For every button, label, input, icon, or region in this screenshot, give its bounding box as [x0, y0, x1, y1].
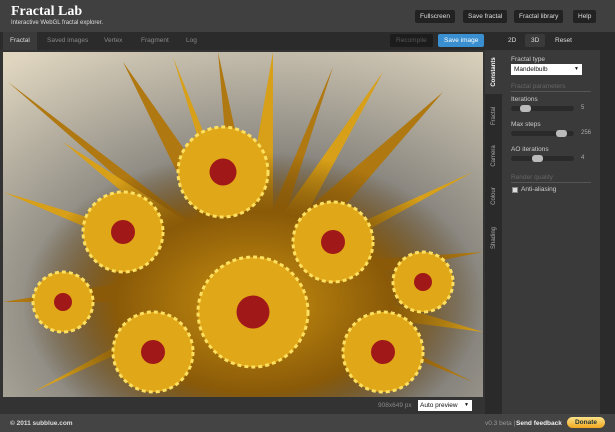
iterations-label: Iterations: [511, 96, 538, 103]
side-tab-colour[interactable]: Colour: [485, 174, 502, 218]
fractal-bulb-core: [321, 230, 345, 254]
side-tab-label: Fractal: [490, 106, 497, 126]
chevron-down-icon: ▼: [574, 66, 579, 72]
side-tab-label: Shading: [490, 226, 497, 250]
side-tab-camera[interactable]: Camera: [485, 134, 502, 178]
canvas-size: 908x649 px: [378, 402, 412, 409]
scrollbar[interactable]: [600, 32, 615, 414]
fractal-canvas[interactable]: [3, 52, 483, 397]
side-tab-constants[interactable]: Constants: [485, 50, 502, 94]
reset-button[interactable]: Reset: [549, 34, 578, 47]
fractal-bulb-core: [209, 158, 237, 186]
send-feedback-link[interactable]: Send feedback: [516, 420, 562, 427]
footer: © 2011 subblue.com v0.3 beta | Send feed…: [0, 414, 615, 432]
fractal-bulb-core: [414, 273, 432, 291]
header: Fractal Lab Interactive WebGL fractal ex…: [0, 0, 615, 32]
fractal-bulb-core: [141, 340, 165, 364]
fractal-library-button[interactable]: Fractal library: [514, 10, 564, 23]
slider-thumb[interactable]: [532, 155, 543, 162]
anti-aliasing-label: Anti-aliasing: [521, 186, 557, 193]
side-tab-label: Camera: [490, 145, 497, 167]
ao-iterations-value: 4: [581, 155, 585, 161]
max-steps-value: 256: [581, 130, 592, 136]
slider-thumb[interactable]: [556, 130, 567, 137]
max-steps-label: Max steps: [511, 121, 541, 128]
tab-vertex[interactable]: Vertex: [97, 32, 129, 50]
side-tab-label: Constants: [490, 57, 497, 87]
fractal-bulb-core: [54, 293, 72, 311]
preview-mode-value: Auto preview: [420, 402, 458, 409]
preview-mode-select[interactable]: Auto preview ▼: [418, 400, 472, 411]
side-tab-shading[interactable]: Shading: [485, 216, 502, 260]
fractal-parameters-heading: Fractal parameters: [511, 83, 591, 92]
mode-2d-button[interactable]: 2D: [502, 34, 522, 47]
mode-3d-button[interactable]: 3D: [525, 34, 546, 47]
fractal-type-label: Fractal type: [511, 56, 545, 63]
constants-panel: Fractal type Mandelbulb ▼ Fractal paramet…: [502, 50, 600, 414]
app-tagline: Interactive WebGL fractal explorer.: [11, 20, 104, 26]
chevron-down-icon: ▼: [464, 402, 469, 408]
save-fractal-button[interactable]: Save fractal: [463, 10, 508, 23]
tab-log[interactable]: Log: [179, 32, 204, 50]
version-label: v0.3 beta |: [485, 420, 516, 427]
ao-iterations-label: AO iterations: [511, 146, 549, 153]
fullscreen-button[interactable]: Fullscreen: [415, 10, 455, 23]
side-tab-label: Colour: [490, 187, 497, 205]
donate-button[interactable]: Donate: [567, 417, 605, 428]
app-title: Fractal Lab: [11, 4, 83, 19]
tab-fragment[interactable]: Fragment: [134, 32, 176, 50]
anti-aliasing-checkbox[interactable]: [512, 187, 518, 193]
ao-iterations-slider[interactable]: [511, 155, 574, 162]
help-button[interactable]: Help: [573, 10, 597, 23]
save-image-button[interactable]: Save image: [438, 34, 485, 47]
slider-thumb[interactable]: [520, 105, 531, 112]
fractal-type-select[interactable]: Mandelbulb ▼: [511, 64, 582, 75]
fractal-bulb-core: [371, 340, 395, 364]
iterations-slider[interactable]: [511, 105, 574, 112]
fractal-bulb-core: [236, 295, 270, 329]
copyright: © 2011 subblue.com: [10, 420, 73, 427]
canvas-status-bar: [0, 397, 485, 414]
side-tabs: Constants Fractal Camera Colour Shading: [485, 50, 502, 414]
fractal-type-value: Mandelbulb: [514, 66, 548, 73]
tab-saved-images[interactable]: Saved images: [40, 32, 95, 50]
tab-fractal[interactable]: Fractal: [3, 32, 37, 50]
iterations-value: 5: [581, 105, 585, 111]
max-steps-slider[interactable]: [511, 130, 574, 137]
fractal-bulb-core: [111, 220, 135, 244]
render-quality-heading: Render quality: [511, 174, 591, 183]
recompile-button[interactable]: Recompile: [390, 34, 433, 47]
fractal-render: [3, 52, 483, 397]
side-tab-fractal[interactable]: Fractal: [485, 94, 502, 138]
